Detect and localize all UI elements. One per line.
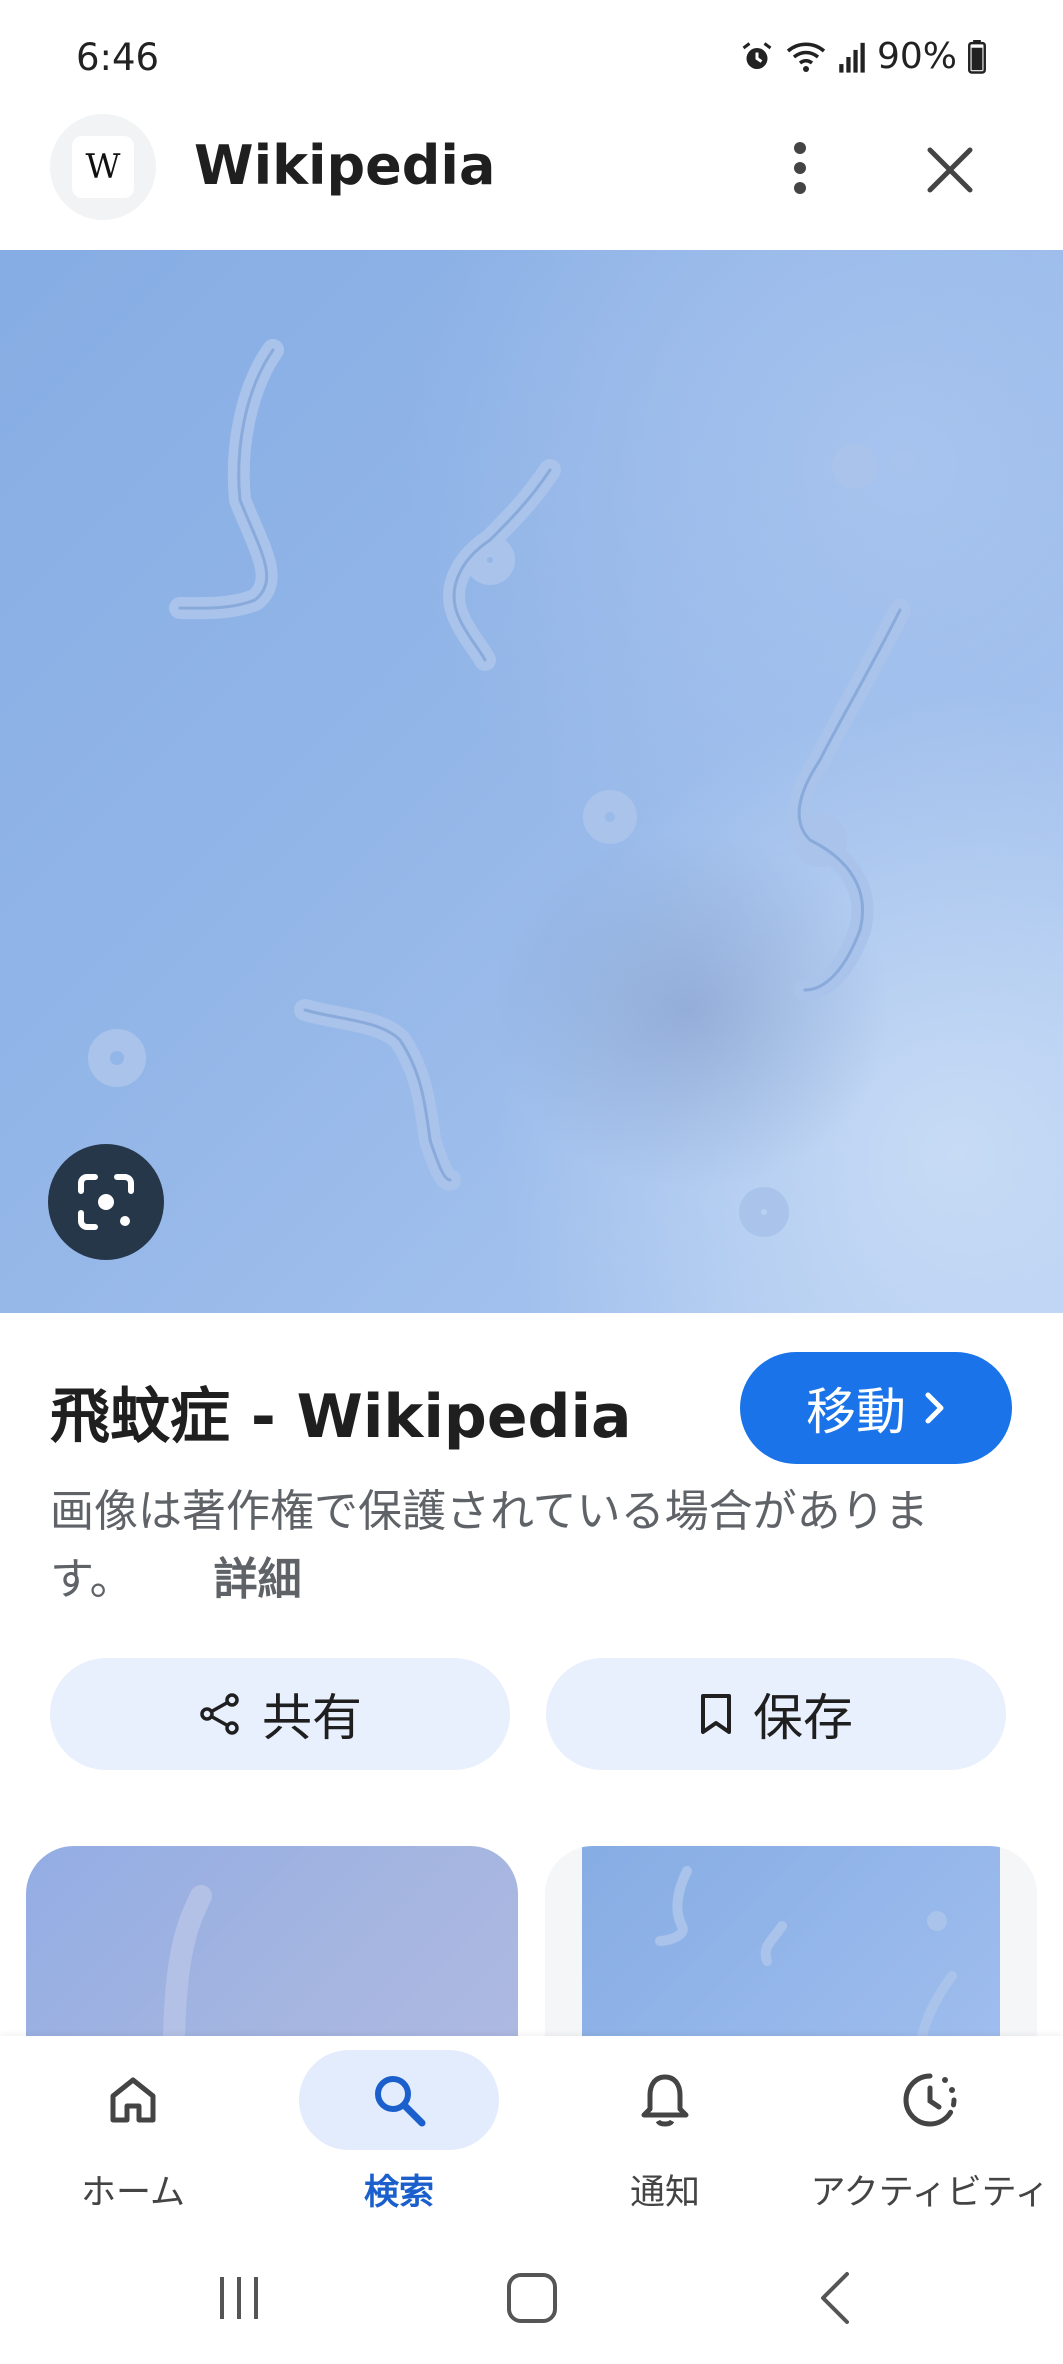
battery-percent: 90% (876, 36, 957, 77)
share-label: 共有 (262, 1689, 362, 1747)
wifi-icon (786, 41, 826, 72)
copyright-text: 画像は著作権で保護されている場合があります。 (50, 1486, 929, 1605)
nav-icon-container (565, 2050, 765, 2150)
nav-icon-container (830, 2050, 1030, 2150)
copyright-notice: 画像は著作権で保護されている場合があります。 詳細 (50, 1478, 1010, 1614)
search-icon (375, 2076, 426, 2127)
related-image-1-content (163, 1885, 212, 2036)
result-image[interactable] (0, 250, 1063, 1313)
bookmark-icon (701, 1694, 731, 1734)
signal-icon (839, 42, 865, 73)
status-icons: 90% (739, 36, 987, 77)
lens-search-button[interactable] (48, 1144, 164, 1260)
related-image-2-content (582, 1846, 1000, 2036)
share-icon (200, 1693, 239, 1735)
floaters-image (88, 339, 911, 1237)
home-square-icon (507, 2273, 557, 2323)
status-time: 6:46 (76, 36, 160, 79)
chevron-right-icon (925, 1392, 944, 1424)
status-bar: 6:46 90% (0, 0, 1063, 110)
save-label: 保存 (753, 1689, 853, 1747)
nav-item-home[interactable]: ホーム (0, 2036, 266, 2236)
save-button[interactable]: 保存 (546, 1658, 1006, 1770)
nav-icon-container (33, 2050, 233, 2150)
nav-label-activity: アクティビティ (810, 2173, 1050, 2213)
battery-icon (968, 39, 986, 74)
nav-label-search: 検索 (363, 2173, 434, 2213)
header-title: Wikipedia (194, 134, 496, 197)
nav-label-home: ホーム (81, 2173, 185, 2213)
back-chevron-icon (821, 2272, 849, 2324)
more-options-button[interactable] (770, 130, 830, 206)
home-system-button[interactable] (487, 2258, 577, 2338)
bell-icon (641, 2074, 689, 2127)
share-button[interactable]: 共有 (50, 1658, 510, 1770)
alarm-icon (742, 41, 772, 69)
system-navigation-bar (0, 2236, 1063, 2364)
nav-item-search[interactable]: 検索 (266, 2036, 532, 2236)
visit-button[interactable]: 移動 (740, 1352, 1012, 1464)
recent-apps-button[interactable] (194, 2258, 284, 2338)
home-icon (110, 2077, 156, 2123)
more-vert-icon (794, 142, 806, 194)
nav-item-activity[interactable]: アクティビティ (797, 2036, 1063, 2236)
related-image-2[interactable] (545, 1846, 1037, 2036)
back-button[interactable] (790, 2258, 880, 2338)
nav-label-notifications: 通知 (629, 2173, 700, 2213)
recent-apps-icon (220, 2277, 258, 2319)
site-logo: W (50, 114, 156, 220)
visit-label: 移動 (806, 1383, 906, 1441)
app-header: W Wikipedia (0, 110, 1063, 250)
bottom-navigation: ホーム 検索 通知 アクティビティ (0, 2036, 1063, 2236)
activity-icon (903, 2073, 957, 2127)
related-image-1[interactable] (26, 1846, 518, 2036)
close-button[interactable] (912, 132, 988, 208)
details-link[interactable]: 詳細 (214, 1554, 302, 1605)
wikipedia-logo-icon: W (72, 136, 134, 198)
lens-icon (78, 1174, 134, 1230)
result-title[interactable]: 飛蚊症 - Wikipedia (50, 1368, 632, 1455)
nav-item-notifications[interactable]: 通知 (532, 2036, 798, 2236)
close-icon (927, 147, 973, 193)
nav-icon-container (299, 2050, 499, 2150)
